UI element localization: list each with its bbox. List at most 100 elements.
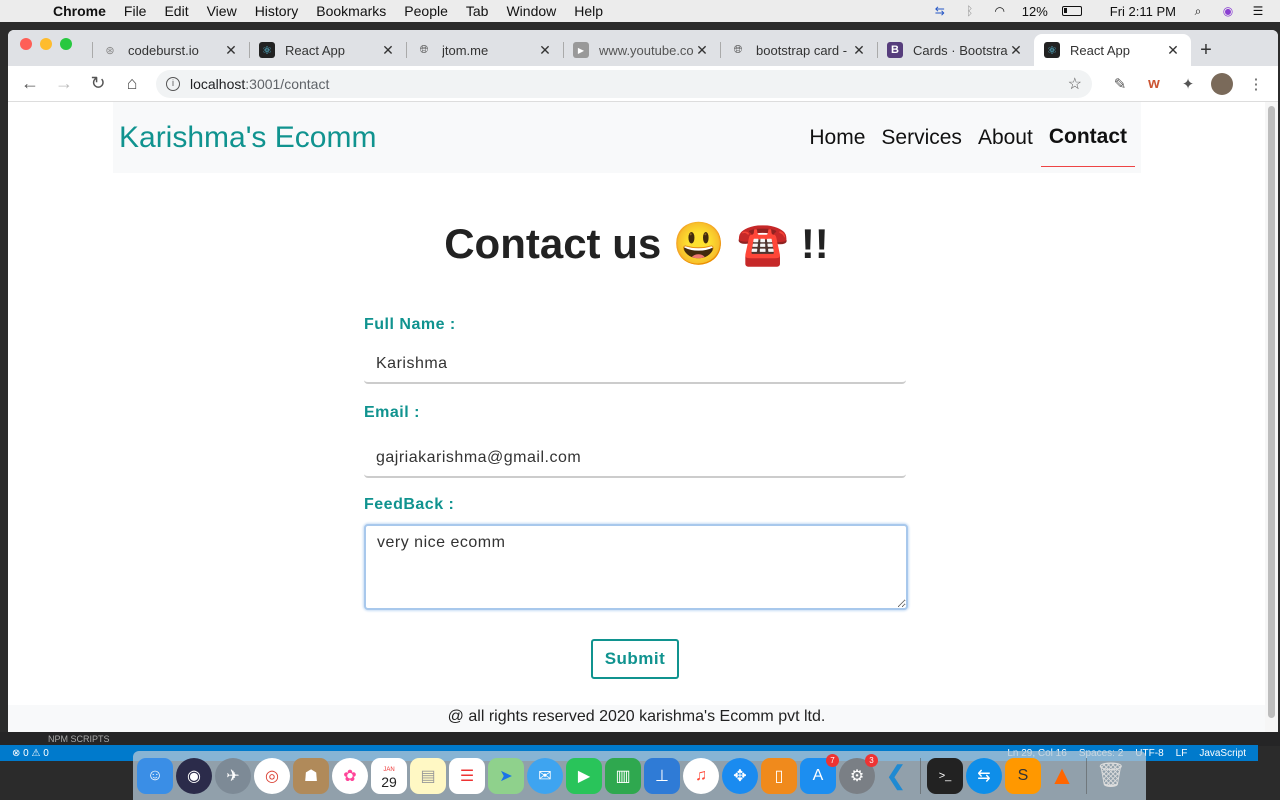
scrollbar-thumb[interactable]: [1268, 106, 1275, 718]
back-arrow-icon[interactable]: ←: [16, 70, 44, 98]
menu-file[interactable]: File: [115, 3, 156, 19]
language-mode[interactable]: JavaScript: [1199, 748, 1246, 759]
maps-icon[interactable]: ➤: [488, 757, 524, 794]
keynote-icon[interactable]: ⊥: [644, 757, 680, 794]
tab-title: codeburst.io: [128, 42, 199, 58]
extensions-puzzle-icon[interactable]: ✦: [1174, 70, 1202, 98]
submit-button[interactable]: Submit: [591, 639, 679, 679]
siri-icon[interactable]: ◉: [1220, 4, 1236, 18]
menu-history[interactable]: History: [246, 3, 308, 19]
close-tab-icon[interactable]: ✕: [380, 42, 396, 59]
maximize-window-button[interactable]: [60, 38, 72, 50]
teamviewer-icon[interactable]: ⇆: [932, 4, 948, 18]
bootstrap-icon: B: [887, 42, 903, 58]
menu-bookmarks[interactable]: Bookmarks: [307, 3, 395, 19]
wifi-icon[interactable]: ◠: [992, 4, 1008, 18]
close-tab-icon[interactable]: ✕: [1165, 42, 1181, 59]
site-brand[interactable]: Karishma's Ecomm: [119, 121, 376, 155]
close-tab-icon[interactable]: ✕: [223, 42, 239, 59]
macos-menubar: Chrome File Edit View History Bookmarks …: [0, 0, 1280, 22]
numbers-icon[interactable]: ▥: [605, 757, 641, 794]
w-extension-icon[interactable]: w: [1140, 70, 1168, 98]
messages-icon[interactable]: ✉: [527, 757, 563, 794]
react-icon: ⚛: [1044, 42, 1060, 58]
page-title: Contact us 😃 ☎️ !!: [444, 220, 829, 267]
tab-youtube[interactable]: ▶ www.youtube.co ✕: [563, 34, 720, 66]
tab-react-app[interactable]: ⚛ React App ✕: [249, 34, 406, 66]
site-navbar: Karishma's Ecomm Home Services About Con…: [113, 102, 1141, 173]
eyedropper-extension-icon[interactable]: ✎: [1106, 70, 1134, 98]
new-tab-button[interactable]: +: [1191, 34, 1221, 66]
spotlight-search-icon[interactable]: ⌕: [1190, 4, 1206, 18]
clock[interactable]: Fri 2:11 PM: [1110, 4, 1176, 19]
finder-icon[interactable]: ☺: [137, 757, 173, 794]
tab-title: www.youtube.co: [599, 42, 694, 58]
terminal-icon[interactable]: >_: [927, 757, 963, 794]
bookmark-star-icon[interactable]: ☆: [1068, 74, 1082, 94]
trash-icon[interactable]: 🗑︎: [1093, 758, 1129, 794]
calendar-icon[interactable]: JAN 29: [371, 757, 407, 794]
close-tab-icon[interactable]: ✕: [851, 42, 867, 59]
tab-codeburst[interactable]: ⊛ codeburst.io ✕: [92, 34, 249, 66]
menu-tab[interactable]: Tab: [457, 3, 498, 19]
music-icon[interactable]: ♫: [683, 757, 719, 794]
close-tab-icon[interactable]: ✕: [1008, 42, 1024, 59]
vlc-icon[interactable]: ▲: [1044, 758, 1080, 794]
contacts-icon[interactable]: ☗: [293, 757, 329, 794]
facetime-icon[interactable]: ▶: [566, 757, 602, 794]
nav-home[interactable]: Home: [801, 102, 873, 173]
sublime-text-icon[interactable]: S: [1005, 757, 1041, 794]
tab-strip: ⊛ codeburst.io ✕ ⚛ React App ✕ 🌐︎ jtom.m…: [8, 30, 1278, 66]
email-input[interactable]: [364, 440, 906, 478]
feedback-textarea[interactable]: very nice ecomm: [364, 524, 908, 610]
site-info-icon[interactable]: i: [166, 76, 180, 91]
menu-edit[interactable]: Edit: [155, 3, 197, 19]
menu-people[interactable]: People: [395, 3, 457, 19]
bluetooth-icon[interactable]: ᛒ: [962, 4, 978, 18]
reminders-icon[interactable]: ☰: [449, 757, 485, 794]
tab-jtom[interactable]: 🌐︎ jtom.me ✕: [406, 34, 563, 66]
url-path: :3001/contact: [245, 75, 330, 92]
tab-bootstrap-cards[interactable]: B Cards · Bootstra ✕: [877, 34, 1034, 66]
menu-window[interactable]: Window: [497, 3, 565, 19]
page-scrollbar[interactable]: [1265, 102, 1278, 732]
close-window-button[interactable]: [20, 38, 32, 50]
notes-icon[interactable]: ▤: [410, 757, 446, 794]
system-preferences-icon[interactable]: ⚙ 3: [839, 753, 878, 794]
home-icon[interactable]: ⌂: [118, 70, 146, 98]
tab-react-app-active[interactable]: ⚛ React App ✕: [1034, 34, 1191, 66]
nav-contact[interactable]: Contact: [1040, 107, 1135, 167]
profile-avatar[interactable]: [1208, 70, 1236, 98]
app-store-icon[interactable]: A7: [800, 753, 839, 794]
menu-help[interactable]: Help: [565, 3, 612, 19]
nav-services[interactable]: Services: [873, 102, 970, 173]
close-tab-icon[interactable]: ✕: [537, 42, 553, 59]
close-tab-icon[interactable]: ✕: [694, 42, 710, 59]
address-bar[interactable]: i localhost:3001/contact ☆: [156, 69, 1092, 98]
forward-arrow-icon[interactable]: →: [50, 70, 78, 98]
photos-icon[interactable]: ✿: [332, 757, 368, 794]
nav-about[interactable]: About: [970, 102, 1041, 173]
menu-view[interactable]: View: [198, 3, 246, 19]
launchpad-icon[interactable]: ✈: [215, 757, 251, 794]
system-preferences-badge: 3: [865, 753, 878, 767]
notification-center-icon[interactable]: ☰: [1250, 4, 1266, 18]
chrome-icon[interactable]: ◎: [254, 757, 290, 794]
npm-scripts-label[interactable]: NPM SCRIPTS: [48, 734, 110, 744]
problems-count[interactable]: ⊗ 0 ⚠ 0: [12, 748, 49, 759]
battery-icon[interactable]: [1061, 6, 1082, 16]
siri-dock-icon[interactable]: ◉: [176, 757, 212, 794]
safari-icon[interactable]: ✥: [722, 757, 758, 794]
minimize-window-button[interactable]: [40, 38, 52, 50]
reload-icon[interactable]: ↻: [84, 70, 112, 98]
more-menu-icon[interactable]: ⋮: [1242, 70, 1270, 98]
menu-app-name[interactable]: Chrome: [44, 3, 115, 19]
tab-title: jtom.me: [442, 42, 489, 58]
tab-bootstrap-card[interactable]: 🌐︎ bootstrap card - ✕: [720, 34, 877, 66]
teamviewer-dock-icon[interactable]: ⇆: [966, 757, 1002, 794]
full-name-input[interactable]: [364, 346, 906, 384]
vscode-icon[interactable]: ❮: [878, 758, 914, 794]
line-ending[interactable]: LF: [1176, 748, 1188, 759]
books-icon[interactable]: ▯: [761, 757, 797, 794]
globe-icon: 🌐︎: [419, 43, 429, 56]
